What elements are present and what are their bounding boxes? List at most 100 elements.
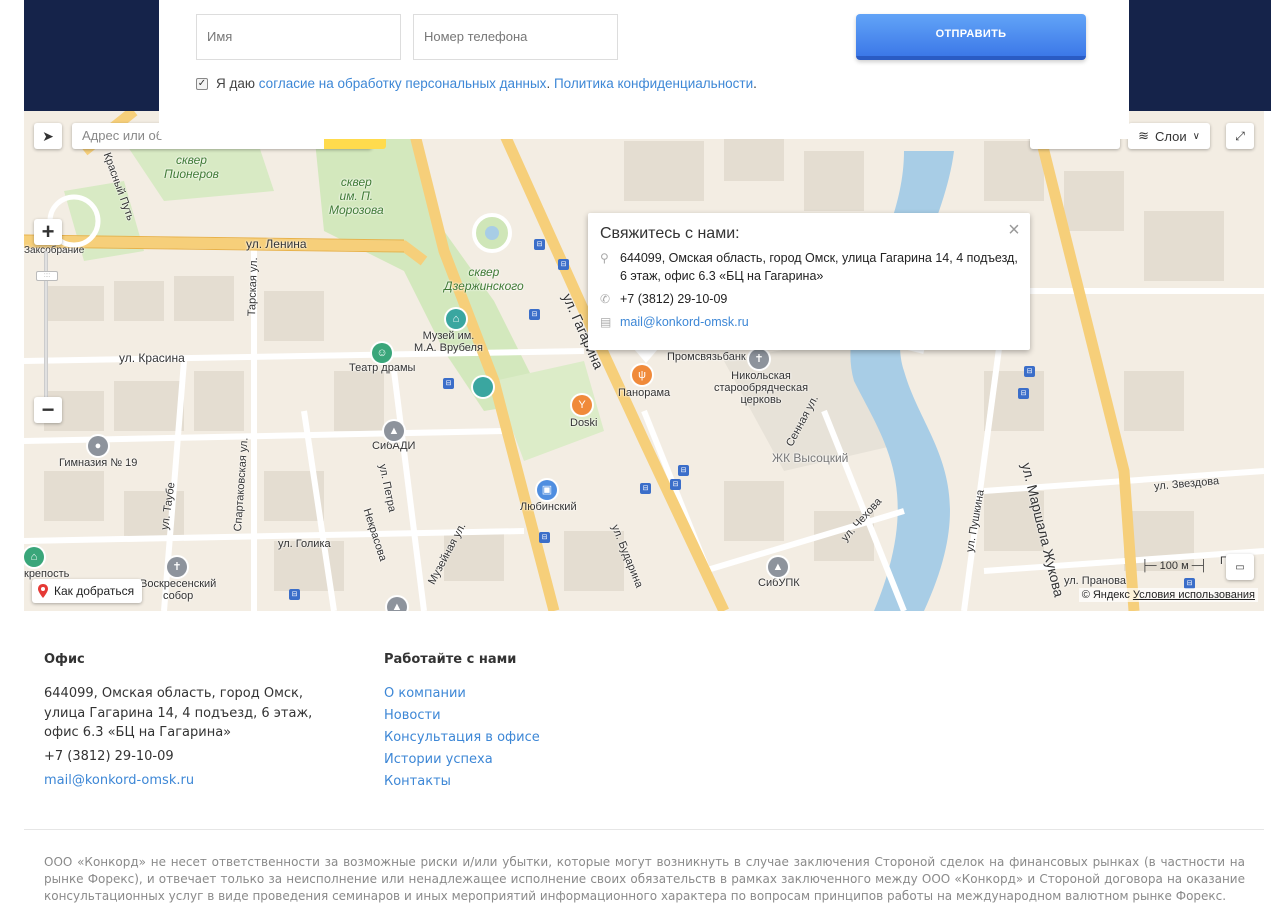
church-icon[interactable]: ✝ (167, 557, 187, 577)
street-label: ул. Пранова (1064, 575, 1126, 587)
park-label: сквер им. П. Морозова (329, 175, 384, 217)
bus-stop-icon[interactable]: ⊟ (443, 378, 454, 389)
church-icon[interactable]: ✝ (749, 349, 769, 369)
footer: Офис 644099, Омская область, город Омск,… (0, 611, 1271, 915)
ruler-button[interactable]: ▭ (1226, 554, 1254, 580)
poi-label: СибУПК (758, 577, 800, 589)
restaurant-icon[interactable]: ψ (632, 365, 652, 385)
bar-icon[interactable]: Y (572, 395, 592, 415)
street-label: ул. Голика (278, 538, 331, 550)
layers-icon: ≋ (1138, 128, 1149, 143)
ruler-icon: ▭ (1235, 561, 1245, 573)
footer-link-consultation[interactable]: Консультация в офисе (384, 730, 540, 745)
layers-label: Слои (1154, 128, 1187, 144)
office-email-link[interactable]: mail@konkord-omsk.ru (44, 773, 194, 788)
poi-label: Doski (570, 417, 598, 429)
balloon-address-row: ⚲ 644099, Омская область, город Омск, ул… (600, 249, 1018, 285)
page: ул. Ленина ул. Красина сквер Пионеров скв… (0, 0, 1271, 915)
poi-label: Музей им. М.А. Врубеля (414, 330, 483, 354)
phone-icon: ✆ (600, 292, 611, 306)
street-label: ул. Красина (119, 351, 185, 365)
fullscreen-button[interactable]: ⤢ (1226, 123, 1254, 149)
document-icon: ▤ (600, 315, 612, 329)
bus-stop-icon[interactable]: ⊟ (558, 259, 569, 270)
poi-label: Промсвязьбанк (667, 351, 746, 363)
consent-link[interactable]: согласие на обработку персональных данны… (259, 76, 547, 91)
university-icon[interactable]: ▲ (387, 597, 407, 611)
expand-icon: ⤢ (1235, 128, 1245, 143)
bus-stop-icon[interactable]: ⊟ (289, 589, 300, 600)
poi-label: Театр драмы (349, 362, 416, 374)
privacy-link[interactable]: Политика конфиденциальности (554, 76, 753, 91)
bus-stop-icon[interactable]: ⊟ (1024, 366, 1035, 377)
footer-link-contacts[interactable]: Контакты (384, 774, 451, 789)
bus-stop-icon[interactable]: ⊟ (529, 309, 540, 320)
footer-link-stories[interactable]: Истории успеха (384, 752, 493, 767)
layers-button[interactable]: ≋ Слои ∨ (1128, 123, 1210, 149)
consent-text: Я даю (216, 76, 256, 91)
route-button[interactable]: Как добраться (32, 579, 143, 603)
park-label: сквер Дзержинского (444, 265, 524, 293)
university-icon[interactable]: ▲ (768, 557, 788, 577)
poi-label: СибАДИ (372, 440, 416, 452)
route-label: Как добраться (54, 584, 135, 598)
park-label: сквер Пионеров (164, 153, 219, 181)
work-title: Работайте с нами (384, 652, 517, 667)
theatre-icon[interactable]: ☺ (372, 343, 392, 363)
bus-stop-icon[interactable]: ⊟ (678, 465, 689, 476)
balloon-title: Свяжитесь с нами: (600, 225, 740, 242)
footer-link-news[interactable]: Новости (384, 708, 441, 723)
landmark-icon[interactable]: ⌂ (24, 547, 44, 567)
museum-icon[interactable]: ⌂ (446, 309, 466, 329)
location-icon: ⚲ (600, 251, 609, 265)
poi-label: Воскресенский собор (140, 578, 217, 602)
balloon-email-row: ▤ mail@konkord-omsk.ru (600, 313, 1018, 331)
district-label: ЖК Высоцкий (772, 451, 849, 465)
balloon-phone: +7 (3812) 29-10-09 (620, 292, 728, 306)
map-scale: ├─ 100 м ─┤ (1141, 560, 1208, 572)
school-icon[interactable]: ● (88, 436, 108, 456)
zoom-slider-handle[interactable]: :::: (36, 271, 58, 281)
consent-row: ✓ Я даю согласие на обработку персональн… (196, 76, 757, 91)
poi-label: Панорама (618, 387, 671, 399)
bus-stop-icon[interactable]: ⊟ (1018, 388, 1029, 399)
map-pin-icon (38, 584, 48, 598)
close-icon[interactable]: × (1006, 220, 1022, 240)
phone-input[interactable]: Номер телефона (413, 14, 618, 60)
street-label: Тарская ул. (246, 257, 261, 317)
location-arrow-icon: ➤ (42, 127, 54, 144)
name-input[interactable]: Имя (196, 14, 401, 60)
contact-form: Имя Номер телефона ОТПРАВИТЬ ✓ Я даю сог… (159, 0, 1129, 139)
chevron-down-icon: ∨ (1192, 130, 1200, 142)
contact-balloon: Свяжитесь с нами: ⚲ 644099, Омская облас… (588, 213, 1030, 350)
shop-icon[interactable]: ▣ (537, 480, 557, 500)
poi-label: Никольская старообрядческая церковь (714, 370, 809, 406)
fountain (485, 226, 499, 240)
submit-button[interactable]: ОТПРАВИТЬ (856, 14, 1086, 60)
university-icon[interactable]: ▲ (384, 421, 404, 441)
balloon-email-link[interactable]: mail@konkord-omsk.ru (620, 313, 749, 331)
street-label: ул. Ленина (246, 237, 307, 251)
zoom-in-button[interactable]: + (34, 219, 62, 245)
plus-icon: + (41, 219, 55, 244)
bus-stop-icon[interactable]: ⊟ (670, 479, 681, 490)
footer-link-about[interactable]: О компании (384, 686, 466, 701)
yandex-map[interactable]: ул. Ленина ул. Красина сквер Пионеров скв… (24, 111, 1264, 611)
zoom-out-button[interactable]: − (34, 397, 62, 423)
bus-stop-icon[interactable]: ⊟ (534, 239, 545, 250)
poi-label: Любинский (520, 501, 577, 513)
balloon-tail (634, 349, 658, 363)
office-title: Офис (44, 652, 85, 667)
geolocation-button[interactable]: ➤ (34, 123, 62, 149)
minus-icon: − (41, 397, 55, 422)
bus-stop-icon[interactable] (473, 377, 493, 397)
bus-stop-icon[interactable]: ⊟ (640, 483, 651, 494)
office-phone: +7 (3812) 29-10-09 (44, 749, 174, 764)
terms-link[interactable]: Условия использования (1133, 589, 1255, 601)
balloon-phone-row: ✆ +7 (3812) 29-10-09 (600, 290, 1018, 308)
bus-stop-icon[interactable]: ⊟ (539, 532, 550, 543)
disclaimer-text: ООО «Конкорд» не несет ответственности з… (44, 855, 1245, 903)
consent-checkbox[interactable]: ✓ (196, 77, 208, 90)
map-copyright: © Яндекс Условия использования (1078, 588, 1258, 602)
balloon-address: 644099, Омская область, город Омск, улиц… (620, 251, 1018, 283)
